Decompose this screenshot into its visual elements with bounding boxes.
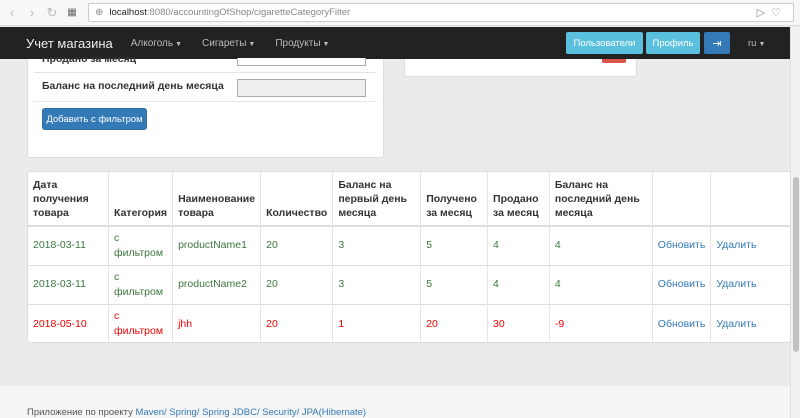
address-bar[interactable]: ⊕ localhost:8080/accountingOfShop/cigare… [88,3,794,22]
app-navbar: Учет магазина Алкоголь ▼ Сигареты ▼ Продук… [0,27,790,59]
cell-received: 5 [420,225,489,266]
cell-balance-first: 1 [332,304,422,344]
col-sold: Продано за месяц [487,172,550,227]
browser-toolbar: ‹ › ↻ ▦ ⊕ localhost:8080/accountingOfSho… [0,0,800,26]
table-row: 2018-03-11 с фильтром productName1 20 3 … [28,225,790,266]
cell-quantity: 20 [260,225,334,266]
cell-name: jhh [172,304,262,344]
cell-balance-last: -9 [549,304,653,344]
delete-link[interactable]: Удалить [710,264,790,305]
logout-button[interactable]: ⇥ [704,32,730,54]
cell-received: 5 [420,264,489,305]
scrollbar-thumb[interactable] [793,177,799,352]
apps-grid-icon[interactable]: ▦ [62,7,82,18]
url-path: :8080/accountingOfShop/cigaretteCategory… [146,7,351,18]
cell-received: 20 [420,304,489,344]
forward-icon[interactable]: › [22,5,42,20]
send-icon[interactable]: ▷ [757,7,771,19]
cell-quantity: 20 [260,264,334,305]
cell-date: 2018-03-11 [28,264,110,305]
profile-button[interactable]: Профиль [646,32,700,54]
add-with-filter-button[interactable]: Добавить с фильтром [42,108,147,130]
col-received: Получено за месяц [420,172,489,227]
reload-icon[interactable]: ↻ [42,5,62,21]
update-link[interactable]: Обновить [652,225,712,266]
heart-icon[interactable]: ♡ [771,7,787,19]
cell-name: productName1 [172,225,262,266]
table-row: 2018-03-11 с фильтром productName2 20 3 … [28,264,790,305]
caret-down-icon: ▼ [758,41,766,48]
divider [34,72,377,73]
page-scrollbar[interactable] [790,27,800,418]
caret-down-icon: ▼ [322,40,330,48]
products-table-panel: Дата получения товара Категория Наименов… [27,171,791,344]
danger-button[interactable] [602,59,626,63]
cell-balance-last: 4 [549,264,653,305]
cell-balance-last: 4 [549,225,653,266]
cell-date: 2018-05-10 [28,304,110,344]
col-balance-first: Баланс на первый день месяца [332,172,422,227]
balance-last-label: Баланс на последний день месяца [42,80,224,92]
balance-last-input[interactable] [237,79,366,97]
cell-category: с фильтром [108,225,174,266]
caret-down-icon: ▼ [248,40,256,48]
cell-sold: 4 [487,225,550,266]
update-link[interactable]: Обновить [652,304,712,344]
brand-title[interactable]: Учет магазина [26,36,113,51]
back-icon[interactable]: ‹ [2,5,22,20]
cell-sold: 4 [487,264,550,305]
logout-icon: ⇥ [712,37,722,50]
cell-sold: 30 [487,304,550,344]
menu-products[interactable]: Продукты ▼ [275,38,329,49]
menu-cigarettes[interactable]: Сигареты ▼ [202,38,255,49]
divider [34,101,377,102]
cell-date: 2018-03-11 [28,225,110,266]
update-link[interactable]: Обновить [652,264,712,305]
cell-name: productName2 [172,264,262,305]
language-dropdown[interactable]: ru ▼ [748,38,765,49]
cell-quantity: 20 [260,304,334,344]
col-quantity: Количество [260,172,334,227]
url-host: localhost [109,7,147,18]
footer-text: Приложение по проекту [27,407,133,418]
delete-link[interactable]: Удалить [710,304,790,344]
menu-alcohol[interactable]: Алкоголь ▼ [131,38,182,49]
caret-down-icon: ▼ [175,40,183,48]
products-table: Дата получения товара Категория Наименов… [28,172,790,344]
col-date: Дата получения товара [28,172,110,227]
users-button[interactable]: Пользователи [566,32,643,54]
col-update [652,172,712,227]
sold-label: Продано за месяц [42,57,137,64]
globe-icon: ⊕ [95,7,104,18]
sold-input[interactable] [237,58,366,66]
table-row: 2018-05-10 с фильтром jhh 20 1 20 30 -9 … [28,304,790,344]
cell-category: с фильтром [108,264,174,305]
page-footer: Приложение по проекту Maven/ Spring/ Spr… [0,386,790,418]
cell-balance-first: 3 [332,225,422,266]
col-delete [710,172,790,227]
delete-link[interactable]: Удалить [710,225,790,266]
cell-balance-first: 3 [332,264,422,305]
col-name: Наименование товара [172,172,262,227]
col-balance-last: Баланс на последний день месяца [549,172,653,227]
footer-tech-links[interactable]: Maven/ Spring/ Spring JDBC/ Security/ JP… [136,407,367,418]
right-panel [404,59,637,77]
cell-category: с фильтром [108,304,174,344]
filter-form-panel: Продано за месяц Баланс на последний ден… [27,57,384,158]
col-category: Категория [108,172,174,227]
